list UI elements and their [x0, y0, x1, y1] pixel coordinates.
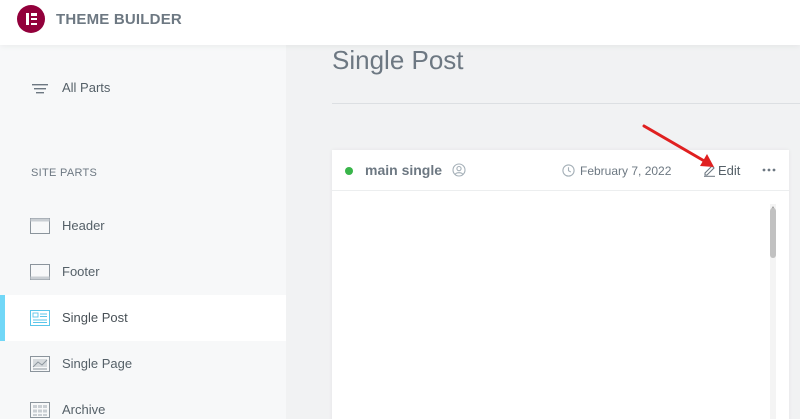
active-indicator [0, 295, 5, 341]
app-title: THEME BUILDER [56, 11, 182, 28]
sidebar-item-all-parts[interactable]: All Parts [0, 65, 286, 111]
single-post-template-icon [30, 310, 50, 326]
sidebar-item-label: Footer [62, 264, 100, 279]
sidebar-item-label: All Parts [62, 80, 111, 95]
footer-template-icon [30, 264, 50, 280]
single-page-template-icon [30, 356, 50, 372]
page-title: Single Post [332, 45, 464, 75]
header-template-icon [30, 218, 50, 234]
user-icon [452, 163, 466, 177]
sidebar: All Parts SITE PARTS Header Footer Singl… [0, 45, 286, 419]
clock-icon [562, 164, 575, 177]
annotation-arrow-icon [642, 124, 714, 167]
sidebar-item-header[interactable]: Header [0, 203, 286, 249]
scrollbar-thumb[interactable] [770, 208, 776, 258]
sidebar-item-label: Archive [62, 402, 106, 417]
sidebar-item-footer[interactable]: Footer [0, 249, 286, 295]
sidebar-item-single-post[interactable]: Single Post [0, 295, 286, 341]
sidebar-item-archive[interactable]: Archive [0, 387, 286, 419]
title-divider [332, 103, 800, 104]
template-card: main single February 7, 2022 Edit [332, 150, 789, 419]
main-content: Single Post main single February 7, 2022 [286, 45, 800, 419]
archive-template-icon [30, 402, 50, 418]
top-bar: THEME BUILDER [0, 0, 800, 45]
sidebar-item-label: Header [62, 218, 105, 233]
sidebar-item-label: Single Page [62, 356, 133, 371]
filter-lines-icon [30, 80, 50, 96]
site-parts-heading: SITE PARTS [31, 167, 98, 179]
preview-scrollbar[interactable] [770, 204, 776, 419]
elementor-logo-icon[interactable] [17, 5, 45, 33]
status-dot [345, 167, 353, 175]
more-options-icon[interactable] [761, 161, 777, 179]
sidebar-item-single-page[interactable]: Single Page [0, 341, 286, 387]
template-title[interactable]: main single [365, 162, 442, 178]
scroll-up-arrow-icon[interactable] [770, 198, 776, 210]
edit-label: Edit [718, 163, 741, 178]
sidebar-item-label: Single Post [62, 310, 128, 325]
card-header: main single February 7, 2022 Edit [332, 150, 789, 191]
